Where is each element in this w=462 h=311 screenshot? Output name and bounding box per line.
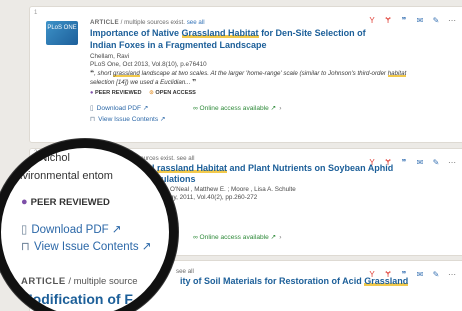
book-icon: ⊓: [21, 241, 30, 253]
email-icon[interactable]: ✉: [412, 270, 428, 279]
quote-icon[interactable]: ❞: [396, 158, 412, 167]
result-citation: PLoS One, Oct 2013, Vol.8(10), p.e76410: [90, 61, 207, 68]
quote-close-icon: ❞: [192, 78, 197, 86]
result-title-line2[interactable]: opulations: [150, 174, 350, 186]
result-actions: Y Ɏ ❞ ✉ ✎ ⋯: [364, 270, 460, 279]
peer-reviewed-badge: PEER REVIEWED: [94, 90, 142, 96]
external-link-icon: ↗: [111, 224, 122, 236]
see-all-link[interactable]: see all: [176, 268, 194, 275]
book-icon: ⊓: [90, 116, 96, 123]
chevron-right-icon: ›: [279, 105, 282, 112]
more-icon[interactable]: ⋯: [444, 158, 460, 167]
quote-icon[interactable]: ❞: [396, 270, 412, 279]
view-issue-link[interactable]: ⊓ View Issue Contents ↗: [90, 115, 166, 123]
result-meta: ARTICLE / multiple sources exist. see al…: [90, 19, 205, 26]
online-access-link[interactable]: ∞ Online access available ↗ ›: [193, 233, 281, 241]
result-snippet: ❝, short grassland landscape at two scal…: [90, 70, 407, 86]
result-number: 1: [34, 10, 38, 16]
external-link-icon: ↗: [142, 105, 149, 112]
type-label: ARTICLE: [90, 19, 119, 26]
magnified-journal-fragment: Environmental entom: [9, 170, 113, 182]
fork-icon[interactable]: Ɏ: [380, 158, 396, 167]
journal-thumbnail[interactable]: PLoS ONE: [46, 21, 78, 45]
result-title[interactable]: Importance of Native Grassland Habitat f…: [90, 28, 390, 51]
see-all-link[interactable]: see all: [187, 19, 205, 26]
more-icon[interactable]: ⋯: [444, 270, 460, 279]
magnified-download-pdf-link[interactable]: ▯ Download PDF ↗: [21, 222, 122, 236]
pin-icon[interactable]: ✎: [428, 16, 444, 25]
peer-reviewed-icon: ●: [21, 196, 28, 208]
more-icon[interactable]: ⋯: [444, 16, 460, 25]
peer-reviewed-icon: ●: [90, 90, 94, 96]
pin-icon[interactable]: ✎: [428, 158, 444, 167]
sources-text: / multiple sources exist.: [120, 19, 185, 26]
magnified-view-issue-link[interactable]: ⊓ View Issue Contents ↗: [21, 239, 151, 253]
magnified-title-fragment: at , Nichol: [21, 152, 70, 164]
open-access-badge: OPEN ACCESS: [155, 90, 196, 96]
result-card: 1 PLoS ONE ARTICLE / multiple sources ex…: [29, 6, 462, 143]
magnified-peer-reviewed-badge: ● PEER REVIEWED: [21, 196, 110, 208]
cite-icon[interactable]: Y: [364, 158, 380, 167]
email-icon[interactable]: ✉: [412, 158, 428, 167]
fork-icon[interactable]: Ɏ: [380, 270, 396, 279]
download-pdf-link[interactable]: ▯ Download PDF ↗: [90, 104, 148, 112]
result-badges: ● PEER REVIEWED ⊙ OPEN ACCESS: [90, 90, 202, 96]
result-citation: gy, 2011, Vol.40(2), pp.260-272: [170, 194, 258, 201]
result-authors: O'Neal , Matthew E. ; Moore , Lisa A. Sc…: [170, 186, 296, 193]
external-link-icon: ↗: [160, 116, 166, 123]
result-actions: Y Ɏ ❞ ✉ ✎ ⋯: [364, 158, 460, 167]
external-link-icon: ↗: [270, 234, 277, 241]
email-icon[interactable]: ✉: [412, 16, 428, 25]
magnified-next-title: Modification of F: [21, 291, 133, 307]
external-link-icon: ↗: [141, 241, 152, 253]
pdf-icon: ▯: [21, 224, 28, 236]
result-actions: Y Ɏ ❞ ✉ ✎ ⋯: [364, 16, 460, 25]
open-access-icon: ⊙: [149, 90, 154, 96]
online-access-link[interactable]: ∞ Online access available ↗ ›: [193, 104, 281, 112]
chevron-right-icon: ›: [279, 234, 282, 241]
quote-icon[interactable]: ❞: [396, 16, 412, 25]
cite-icon[interactable]: Y: [364, 270, 380, 279]
fork-icon[interactable]: Ɏ: [380, 16, 396, 25]
result-authors: Chellam, Ravi: [90, 53, 130, 60]
cite-icon[interactable]: Y: [364, 16, 380, 25]
external-link-icon: ↗: [270, 105, 277, 112]
pin-icon[interactable]: ✎: [428, 270, 444, 279]
pdf-icon: ▯: [90, 105, 94, 112]
magnified-type-line: ARTICLE / multiple source: [21, 276, 138, 287]
